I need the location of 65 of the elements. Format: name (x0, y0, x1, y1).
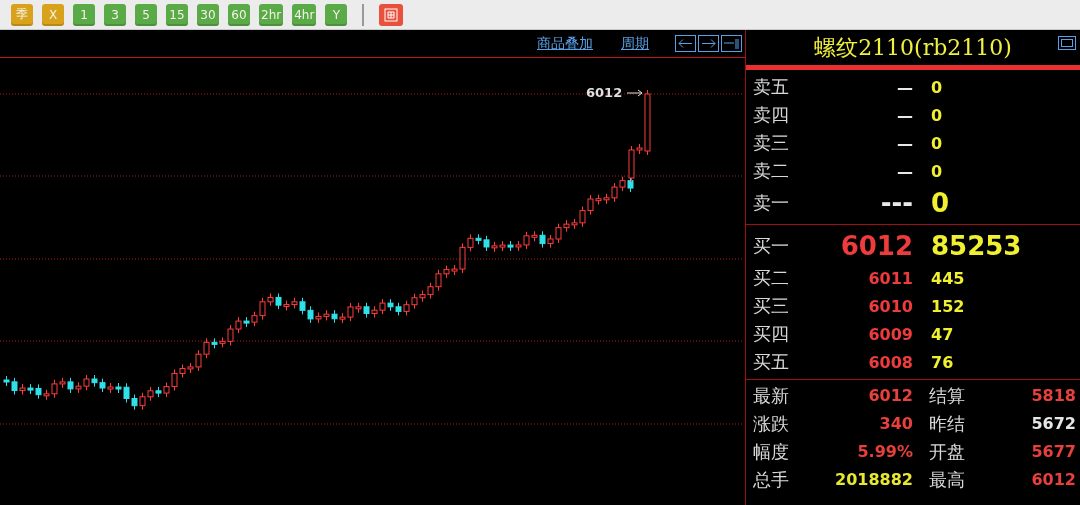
ask-price: — (896, 161, 913, 181)
arrow-icon (626, 89, 643, 97)
period-button[interactable]: X (42, 3, 64, 26)
period-button[interactable]: 2hr (259, 3, 284, 26)
bid-price: 6009 (867, 324, 913, 344)
window-icon[interactable] (1058, 36, 1076, 50)
ask-label: 卖三 (753, 131, 790, 155)
ask-label: 卖四 (753, 103, 790, 127)
bid-volume: 445 (930, 268, 966, 288)
stat-value: 5818 (1030, 385, 1076, 407)
bid-volume: 76 (930, 352, 955, 372)
bid-price: 6011 (867, 268, 913, 288)
stat-value: 5672 (1030, 413, 1076, 435)
period-button[interactable]: 60 (228, 3, 250, 26)
stat-label: 涨跌 (753, 412, 790, 436)
grid-icon[interactable] (379, 3, 404, 26)
bid-label: 买四 (753, 322, 790, 346)
period-button[interactable]: 30 (197, 3, 219, 26)
stat-label: 最新 (753, 384, 790, 408)
stat-label: 最高 (928, 468, 966, 492)
ask-price: — (896, 133, 913, 153)
stat-value: 6012 (867, 385, 913, 407)
bid-volume: 85253 (930, 231, 1023, 261)
stat-value: 5677 (1030, 441, 1076, 463)
ask-volume: 0 (930, 188, 951, 218)
panel-icon[interactable] (721, 35, 742, 52)
bid-label: 买五 (753, 350, 790, 374)
period-button[interactable]: 3 (104, 3, 126, 26)
bid-volume: 47 (930, 324, 955, 344)
bid-price: 6012 (839, 231, 913, 261)
ask-volume: 0 (930, 161, 944, 181)
ask-volume: 0 (930, 77, 944, 97)
period-button[interactable]: 5 (135, 3, 157, 26)
stat-label: 开盘 (928, 440, 966, 464)
bid-label: 买三 (753, 294, 790, 318)
period-button[interactable]: 4hr (292, 3, 317, 26)
bid-price: 6010 (867, 296, 913, 316)
chart-link[interactable]: 商品叠加 (537, 34, 593, 53)
contract-title: 螺纹2110(rb2110) (814, 33, 1012, 62)
stat-label: 结算 (928, 384, 966, 408)
chart-link[interactable]: 周期 (621, 34, 649, 53)
ask-price: — (896, 77, 913, 97)
stat-value: 340 (878, 413, 913, 435)
ask-volume: 0 (930, 133, 944, 153)
stat-label: 昨结 (928, 412, 966, 436)
ask-label: 卖一 (753, 191, 790, 215)
ask-price: --- (879, 188, 913, 218)
period-button[interactable]: 季 (11, 3, 33, 26)
bid-volume: 152 (930, 296, 966, 316)
stat-label: 幅度 (753, 440, 790, 464)
period-button[interactable]: Y (325, 3, 348, 26)
ask-price: — (896, 105, 913, 125)
ask-label: 卖二 (753, 159, 790, 183)
bid-label: 买二 (753, 266, 790, 290)
stat-label: 总手 (753, 468, 790, 492)
period-button[interactable]: 15 (166, 3, 188, 26)
ask-label: 卖五 (753, 75, 790, 99)
stat-value: 2018882 (834, 469, 913, 491)
period-button[interactable]: 1 (73, 3, 95, 26)
stat-value: 5.99% (856, 441, 913, 463)
price-label: 6012 (586, 85, 623, 100)
stat-value: 6012 (1030, 469, 1076, 491)
bid-price: 6008 (867, 352, 913, 372)
ask-volume: 0 (930, 105, 944, 125)
bid-label: 买一 (753, 234, 790, 258)
